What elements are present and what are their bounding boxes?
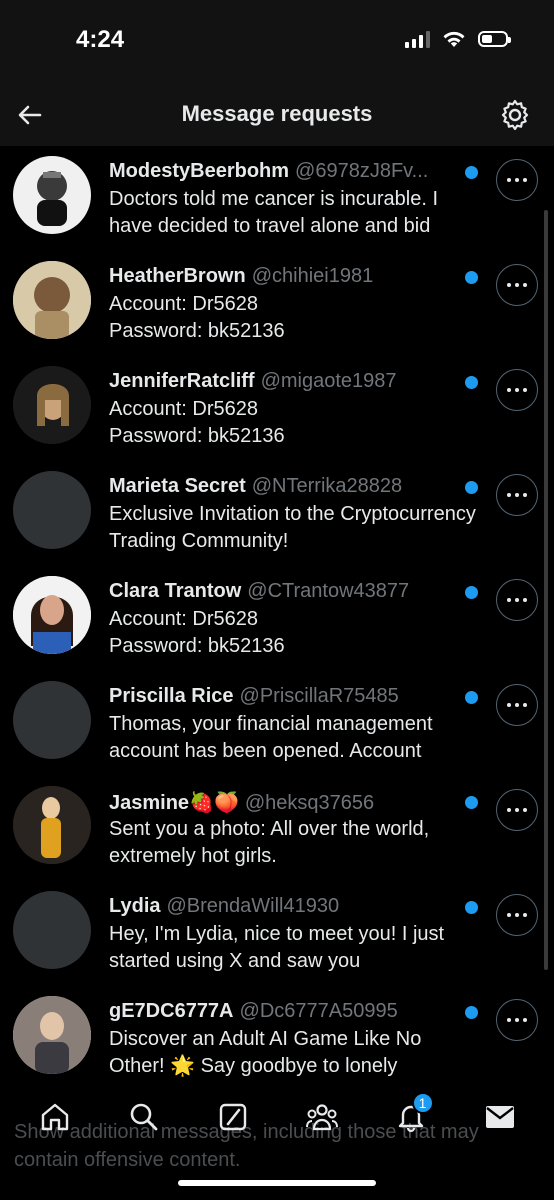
sender-line: Priscilla Rice @PriscillaR75485 bbox=[109, 685, 469, 708]
message-preview: Discover an Adult AI Game Like No Other!… bbox=[109, 1028, 422, 1077]
gear-icon[interactable] bbox=[498, 98, 532, 132]
list-item[interactable]: gE7DC6777A @Dc6777A50995 Discover an Adul… bbox=[0, 986, 554, 1080]
sender-handle: @CTrantow43877 bbox=[247, 580, 410, 602]
sender-handle: @6978zJ8Fv... bbox=[295, 160, 429, 182]
list-item[interactable]: HeatherBrown @chihiei1981 Account: Dr5628… bbox=[0, 251, 554, 356]
sender-handle: @NTerrika28828 bbox=[251, 475, 403, 497]
unread-dot bbox=[465, 901, 478, 914]
sender-line: Clara Trantow @CTrantow43877 bbox=[109, 580, 469, 603]
status-bar: 4:24 bbox=[0, 0, 554, 84]
envelope-icon bbox=[485, 1106, 514, 1128]
sender-name: Lydia bbox=[109, 895, 161, 917]
sender-handle: @heksq37656 bbox=[244, 792, 375, 814]
more-options-button[interactable] bbox=[496, 159, 538, 201]
message-preview: Doctors told me cancer is incurable. I h… bbox=[109, 188, 439, 237]
sender-name: gE7DC6777A bbox=[109, 1000, 234, 1022]
list-item[interactable]: JenniferRatcliff @migaote1987 Account: Dr… bbox=[0, 356, 554, 461]
sender-line: gE7DC6777A @Dc6777A50995 bbox=[109, 1000, 469, 1023]
tab-notifications[interactable]: 1 bbox=[388, 1092, 434, 1140]
wifi-icon bbox=[443, 31, 465, 47]
sender-name: HeatherBrown bbox=[109, 265, 246, 287]
unread-dot bbox=[465, 1006, 478, 1019]
avatar[interactable] bbox=[13, 471, 91, 549]
more-options-button[interactable] bbox=[496, 684, 538, 726]
tab-messages[interactable] bbox=[477, 1094, 523, 1140]
home-indicator bbox=[178, 1180, 376, 1186]
sender-name: Priscilla Rice bbox=[109, 685, 234, 707]
unread-dot bbox=[465, 586, 478, 599]
more-options-button[interactable] bbox=[496, 474, 538, 516]
status-icons bbox=[405, 30, 511, 48]
scrollbar[interactable] bbox=[544, 210, 548, 970]
sender-handle: @chihiei1981 bbox=[251, 265, 374, 287]
sender-line: JenniferRatcliff @migaote1987 bbox=[109, 370, 469, 393]
avatar[interactable] bbox=[13, 996, 91, 1074]
sender-line: HeatherBrown @chihiei1981 bbox=[109, 265, 469, 288]
tab-grok[interactable] bbox=[210, 1094, 256, 1140]
more-options-button[interactable] bbox=[496, 894, 538, 936]
unread-dot bbox=[465, 271, 478, 284]
page-title: Message requests bbox=[181, 101, 373, 126]
message-preview: Account: Dr5628 Password: bk52136 bbox=[109, 398, 285, 447]
sender-line: Jasmine🍓🍑 @heksq37656 bbox=[109, 790, 469, 815]
unread-dot bbox=[465, 376, 478, 389]
list-item[interactable]: ModestyBeerbohm @6978zJ8Fv... Doctors tol… bbox=[0, 146, 554, 251]
more-options-button[interactable] bbox=[496, 579, 538, 621]
more-options-button[interactable] bbox=[496, 369, 538, 411]
sender-name: Clara Trantow bbox=[109, 580, 242, 602]
sender-line: Lydia @BrendaWill41930 bbox=[109, 895, 469, 918]
list-item[interactable]: Marieta Secret @NTerrika28828 Exclusive I… bbox=[0, 461, 554, 566]
notification-badge: 1 bbox=[411, 1092, 434, 1114]
search-icon bbox=[130, 1103, 157, 1131]
message-preview: Exclusive Invitation to the Cryptocurren… bbox=[109, 503, 476, 552]
sender-handle: @Dc6777A50995 bbox=[239, 1000, 398, 1022]
header: Message requests bbox=[0, 84, 554, 146]
avatar[interactable] bbox=[13, 261, 91, 339]
avatar[interactable] bbox=[13, 891, 91, 969]
message-preview: Sent you a photo: All over the world, ex… bbox=[109, 818, 430, 867]
avatar[interactable] bbox=[13, 681, 91, 759]
sender-handle: @migaote1987 bbox=[260, 370, 397, 392]
tab-home[interactable] bbox=[32, 1094, 78, 1140]
message-preview: Account: Dr5628 Password: bk52136 bbox=[109, 293, 285, 342]
sender-name: ModestyBeerbohm bbox=[109, 160, 290, 182]
sender-name: Jasmine🍓🍑 bbox=[109, 792, 239, 814]
message-request-list: ModestyBeerbohm @6978zJ8Fv... Doctors tol… bbox=[0, 146, 554, 1080]
list-item[interactable]: Clara Trantow @CTrantow43877 Account: Dr5… bbox=[0, 566, 554, 671]
sender-name: Marieta Secret bbox=[109, 475, 246, 497]
sender-line: Marieta Secret @NTerrika28828 bbox=[109, 475, 469, 498]
tab-search[interactable] bbox=[121, 1094, 167, 1140]
bottom-tab-bar: 1 bbox=[0, 1082, 554, 1152]
home-icon bbox=[41, 1103, 68, 1131]
sender-handle: @PriscillaR75485 bbox=[239, 685, 399, 707]
tab-communities[interactable] bbox=[299, 1094, 345, 1140]
more-options-button[interactable] bbox=[496, 789, 538, 831]
more-options-button[interactable] bbox=[496, 999, 538, 1041]
list-item[interactable]: Priscilla Rice @PriscillaR75485 Thomas, y… bbox=[0, 671, 554, 776]
more-options-button[interactable] bbox=[496, 264, 538, 306]
list-item[interactable]: Jasmine🍓🍑 @heksq37656 Sent you a photo: A… bbox=[0, 776, 554, 881]
grok-icon bbox=[219, 1103, 246, 1131]
avatar[interactable] bbox=[13, 366, 91, 444]
status-time: 4:24 bbox=[76, 26, 125, 53]
message-preview: Thomas, your financial management accoun… bbox=[109, 713, 433, 762]
sender-handle: @BrendaWill41930 bbox=[166, 895, 340, 917]
sender-line: ModestyBeerbohm @6978zJ8Fv... bbox=[109, 160, 469, 183]
unread-dot bbox=[465, 691, 478, 704]
battery-icon bbox=[478, 31, 511, 47]
avatar[interactable] bbox=[13, 786, 91, 864]
message-preview: Hey, I'm Lydia, nice to meet you! I just… bbox=[109, 923, 445, 972]
list-item[interactable]: Lydia @BrendaWill41930 Hey, I'm Lydia, ni… bbox=[0, 881, 554, 986]
people-icon bbox=[305, 1104, 338, 1131]
unread-dot bbox=[465, 166, 478, 179]
avatar[interactable] bbox=[13, 576, 91, 654]
message-preview: Account: Dr5628 Password: bk52136 bbox=[109, 608, 285, 657]
unread-dot bbox=[465, 796, 478, 809]
avatar[interactable] bbox=[13, 156, 91, 234]
sender-name: JenniferRatcliff bbox=[109, 370, 255, 392]
unread-dot bbox=[465, 481, 478, 494]
cellular-signal-icon bbox=[405, 30, 430, 48]
